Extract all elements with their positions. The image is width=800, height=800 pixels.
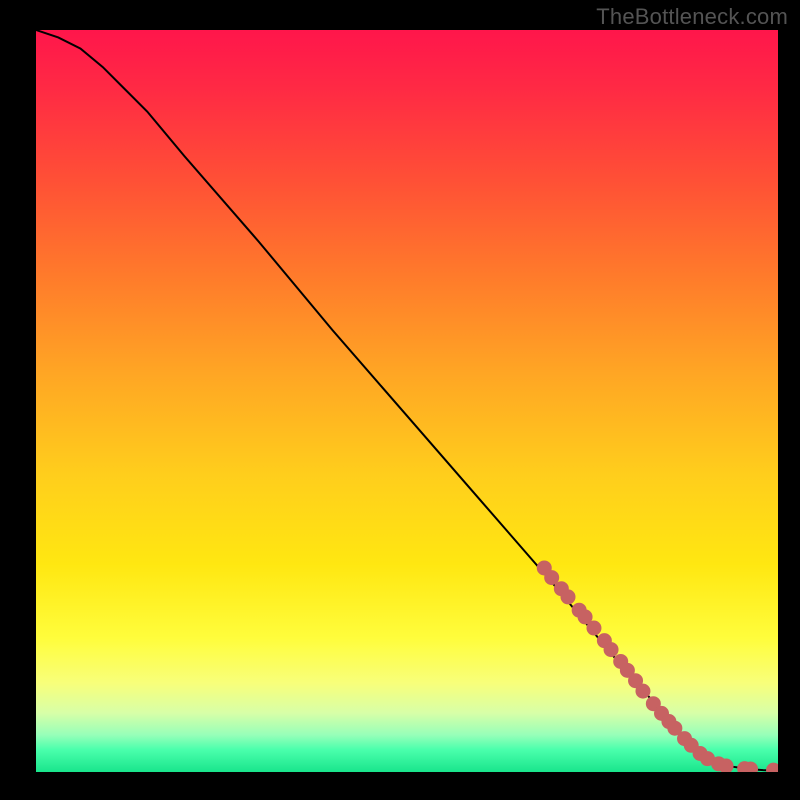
- plot-area: [36, 30, 778, 772]
- data-marker: [767, 763, 778, 772]
- chart-overlay: [36, 30, 778, 772]
- chart-frame: TheBottleneck.com: [0, 0, 800, 800]
- data-marker: [561, 590, 575, 604]
- watermark-label: TheBottleneck.com: [596, 4, 788, 30]
- data-marker: [587, 621, 601, 635]
- data-marker: [719, 759, 733, 772]
- data-marker: [744, 762, 758, 772]
- data-marker: [636, 684, 650, 698]
- data-marker: [604, 643, 618, 657]
- marker-group: [537, 561, 778, 772]
- data-marker: [545, 571, 559, 585]
- bottleneck-curve: [36, 30, 778, 771]
